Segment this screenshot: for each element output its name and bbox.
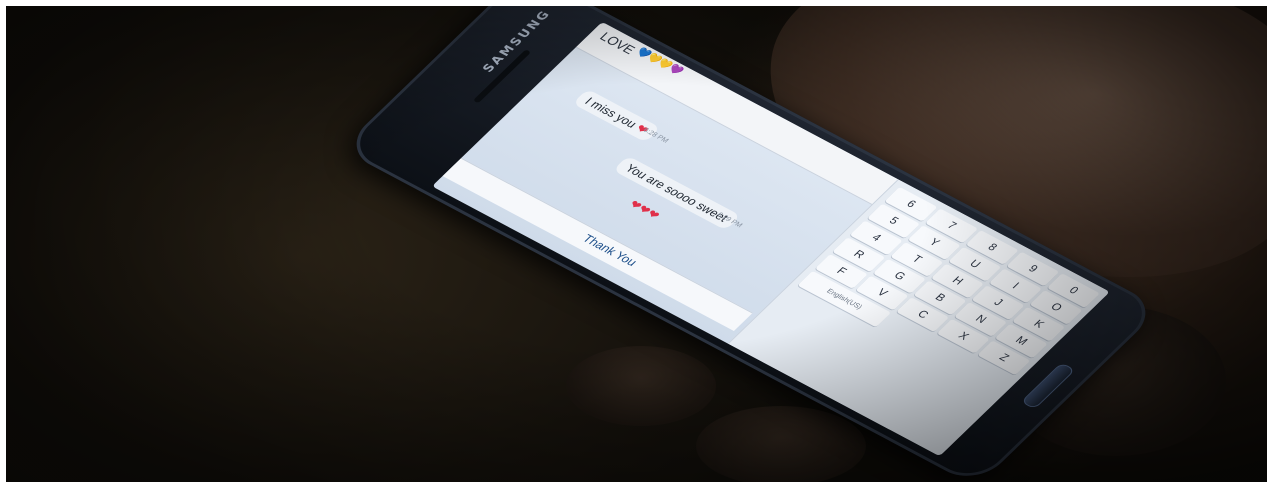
message-text: I miss you (581, 94, 640, 131)
finger (696, 406, 866, 482)
heart-emoji: ❤❤❤ (625, 197, 664, 223)
photo: SAMSUNG LOVE 💙 💛 💛 💜 I miss you ❤ 6:28 P… (6, 6, 1267, 482)
finger (566, 346, 716, 426)
contact-hearts: 💙 💛 💛 💜 (634, 47, 685, 78)
contact-name: LOVE (596, 29, 639, 57)
